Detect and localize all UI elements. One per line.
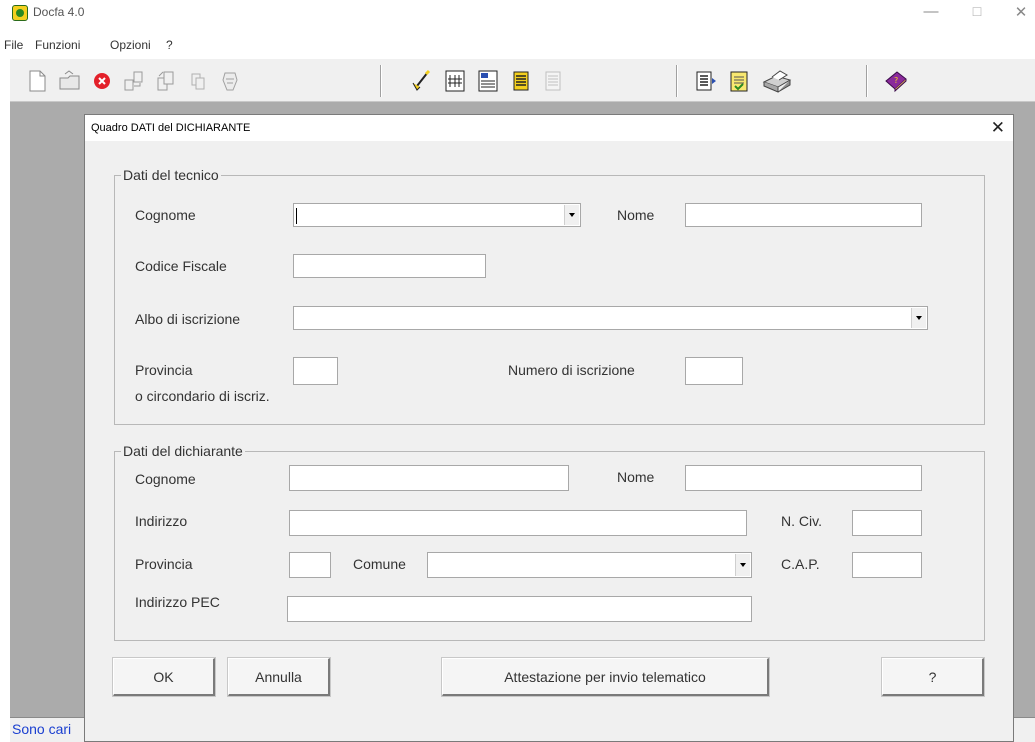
- app-title: Docfa 4.0: [33, 5, 85, 19]
- new-document-icon[interactable]: [24, 68, 50, 94]
- tecnico-nome-label: Nome: [617, 207, 655, 223]
- dialog-titlebar: Quadro DATI del DICHIARANTE ✕: [85, 115, 1013, 141]
- pec-input[interactable]: [287, 596, 752, 622]
- dichiarante-nome-input[interactable]: [685, 465, 922, 491]
- toolbar: ?: [10, 58, 1035, 102]
- numero-iscrizione-input[interactable]: [685, 357, 743, 385]
- annulla-button[interactable]: Annulla: [228, 658, 330, 696]
- tecnico-provincia-label: Provincia: [135, 362, 193, 378]
- transfer-icon[interactable]: [121, 68, 147, 94]
- grid-icon[interactable]: [475, 68, 501, 94]
- indirizzo-label: Indirizzo: [135, 513, 188, 529]
- attestazione-button[interactable]: Attestazione per invio telematico: [442, 658, 769, 696]
- dichiarante-provincia-input[interactable]: [289, 552, 331, 578]
- dichiarante-provincia-label: Provincia: [135, 556, 193, 572]
- dichiarante-dialog: Quadro DATI del DICHIARANTE ✕ Dati del t…: [84, 114, 1014, 742]
- paste-icon[interactable]: [185, 68, 211, 94]
- list-icon[interactable]: [508, 68, 534, 94]
- chevron-down-icon[interactable]: [564, 205, 579, 225]
- copy-icon[interactable]: [153, 68, 179, 94]
- numero-iscrizione-label: Numero di iscrizione: [508, 362, 635, 378]
- form-icon[interactable]: [442, 68, 468, 94]
- dialog-close-button[interactable]: ✕: [991, 118, 1005, 138]
- comune-combo[interactable]: [427, 552, 752, 578]
- ok-button[interactable]: OK: [113, 658, 215, 696]
- toolbar-separator: [866, 65, 868, 97]
- comune-label: Comune: [353, 556, 406, 572]
- tecnico-nome-input[interactable]: [685, 203, 922, 227]
- dichiarante-nome-label: Nome: [617, 469, 655, 485]
- printer-icon[interactable]: [760, 68, 794, 94]
- indirizzo-input[interactable]: [289, 510, 747, 536]
- tecnico-cognome-combo[interactable]: [293, 203, 581, 227]
- pec-label: Indirizzo PEC: [135, 594, 220, 610]
- chevron-down-icon[interactable]: [911, 308, 926, 328]
- codice-fiscale-input[interactable]: [293, 254, 486, 278]
- notes-icon[interactable]: [726, 68, 752, 94]
- svg-text:?: ?: [894, 76, 898, 85]
- help-book-icon[interactable]: ?: [883, 68, 909, 94]
- menubar: File Funzioni Opzioni ?: [0, 38, 1035, 56]
- disabled-list-icon[interactable]: [540, 68, 566, 94]
- status-text: Sono cari: [12, 721, 72, 737]
- toolbar-separator: [380, 65, 382, 97]
- docfa-app-icon: [12, 5, 28, 21]
- tecnico-legend: Dati del tecnico: [121, 167, 221, 183]
- delete-icon[interactable]: [89, 68, 115, 94]
- codice-fiscale-label: Codice Fiscale: [135, 258, 227, 274]
- civico-input[interactable]: [852, 510, 922, 536]
- menu-opzioni[interactable]: Opzioni: [110, 38, 151, 52]
- menu-help[interactable]: ?: [166, 38, 173, 52]
- tecnico-provincia-label-2: o circondario di iscriz.: [135, 388, 270, 404]
- albo-combo[interactable]: [293, 306, 928, 330]
- dichiarante-cognome-label: Cognome: [135, 471, 196, 487]
- maximize-button[interactable]: ☐: [966, 5, 988, 19]
- dichiarante-cognome-input[interactable]: [289, 465, 569, 491]
- report-icon[interactable]: [693, 68, 719, 94]
- dialog-title: Quadro DATI del DICHIARANTE: [91, 122, 251, 134]
- cap-label: C.A.P.: [781, 556, 820, 572]
- albo-label: Albo di iscrizione: [135, 311, 241, 327]
- menu-file[interactable]: File: [4, 38, 23, 52]
- settings-icon[interactable]: [217, 68, 243, 94]
- chevron-down-icon[interactable]: [735, 554, 750, 576]
- text-caret: [296, 208, 297, 224]
- cap-input[interactable]: [852, 552, 922, 578]
- window-close-button[interactable]: ✕: [1010, 3, 1032, 21]
- help-button[interactable]: ?: [882, 658, 984, 696]
- toolbar-separator: [676, 65, 678, 97]
- menu-funzioni[interactable]: Funzioni: [35, 38, 80, 52]
- dichiarante-legend: Dati del dichiarante: [121, 443, 245, 459]
- civico-label: N. Civ.: [781, 513, 822, 529]
- minimize-button[interactable]: —: [920, 3, 942, 20]
- open-folder-icon[interactable]: [57, 68, 83, 94]
- app-titlebar: Docfa 4.0 — ☐ ✕: [0, 0, 1035, 26]
- tecnico-provincia-input[interactable]: [293, 357, 338, 385]
- check-icon[interactable]: [408, 68, 434, 94]
- tecnico-cognome-label: Cognome: [135, 207, 196, 223]
